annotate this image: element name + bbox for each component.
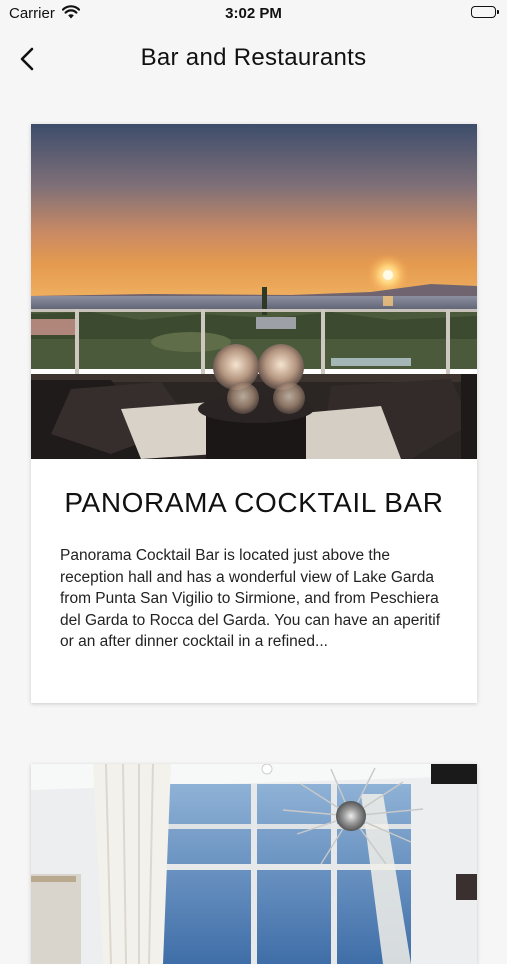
card-title: PANORAMA COCKTAIL BAR	[64, 487, 444, 518]
restaurant-card[interactable]	[31, 764, 477, 964]
sunset-terrace-photo	[31, 124, 477, 459]
clock-time: 3:02 PM	[225, 5, 282, 22]
status-bar: Carrier 3:02 PM	[0, 0, 507, 28]
page-title: Bar and Restaurants	[140, 44, 367, 71]
card-description: Panorama Cocktail Bar is located just ab…	[60, 547, 440, 650]
battery-icon	[471, 6, 499, 18]
navigation-bar: Bar and Restaurants	[0, 28, 507, 92]
restaurant-interior-photo	[31, 764, 477, 964]
restaurant-card[interactable]: PANORAMA COCKTAIL BAR Panorama Cocktail …	[31, 124, 477, 703]
